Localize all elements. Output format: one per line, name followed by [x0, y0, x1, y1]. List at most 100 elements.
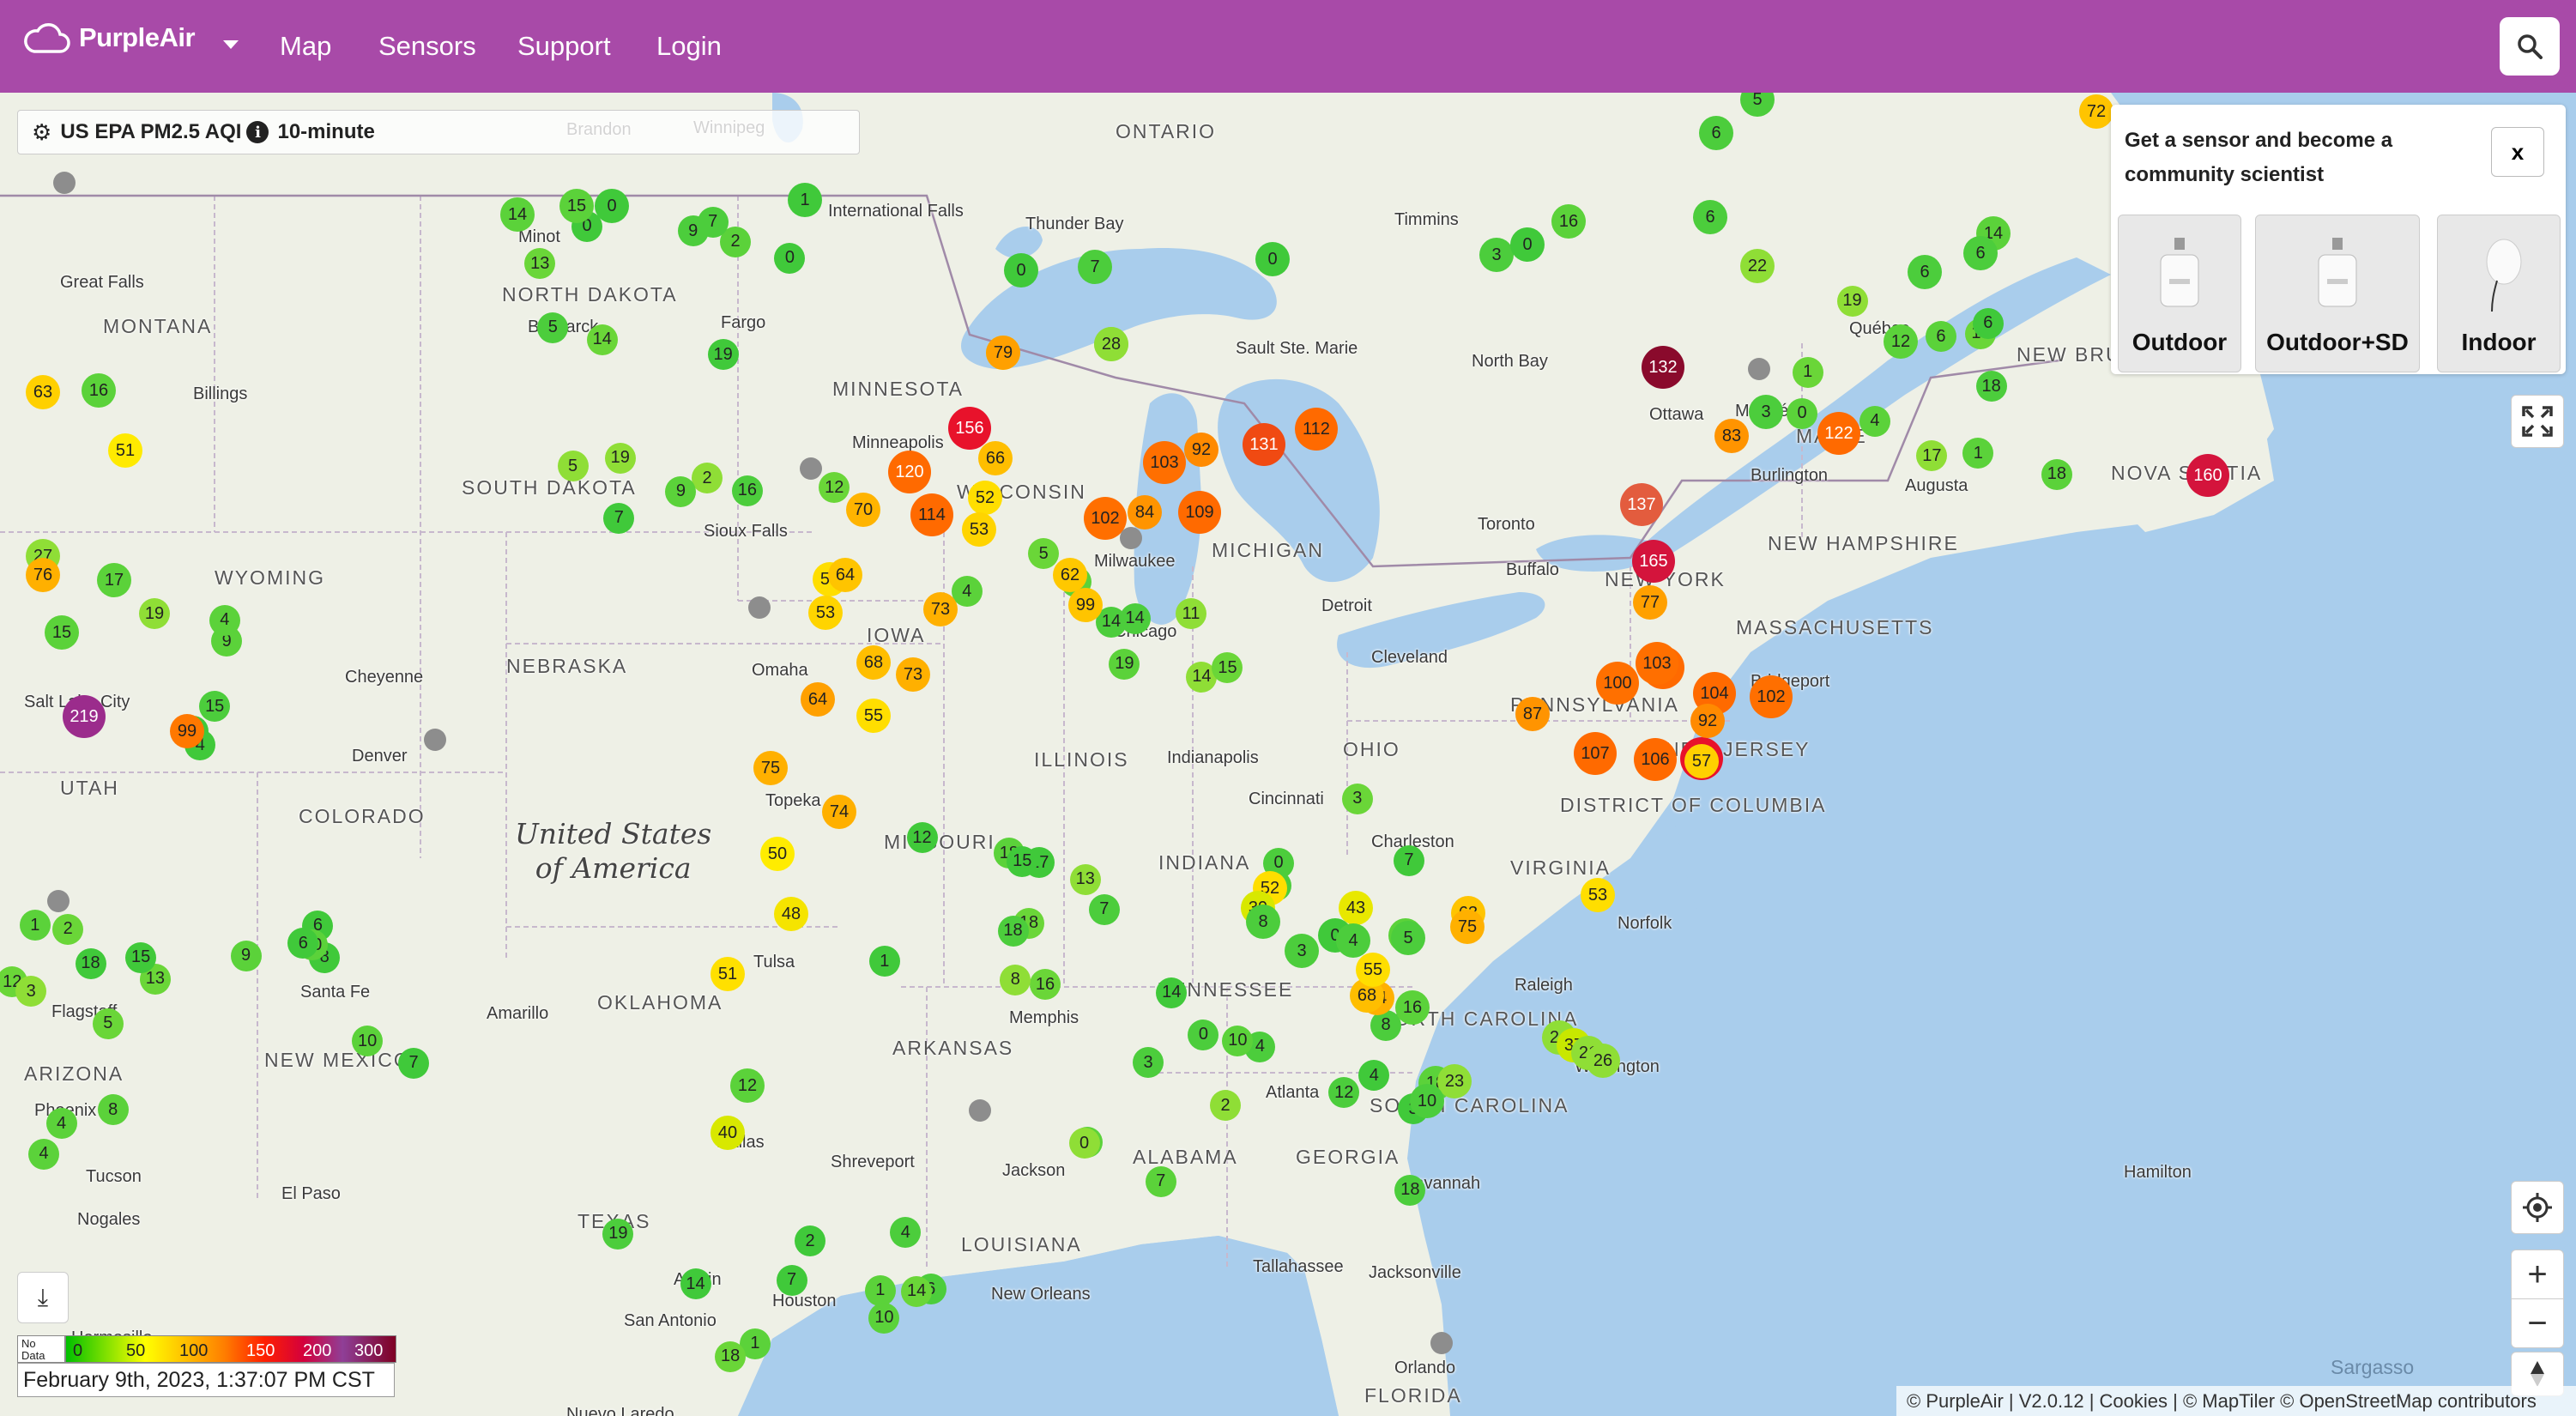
sensor-marker[interactable]: 103 — [1143, 441, 1186, 484]
offline-sensor-marker[interactable] — [1748, 358, 1770, 380]
sensor-marker[interactable]: 132 — [1642, 346, 1684, 389]
sensor-marker[interactable]: 122 — [1817, 412, 1860, 455]
sensor-marker[interactable]: 15 — [125, 941, 157, 973]
sensor-marker[interactable]: 75 — [753, 751, 788, 785]
sensor-marker[interactable]: 26 — [1586, 1044, 1620, 1078]
sensor-marker[interactable]: 102 — [1750, 675, 1793, 718]
offline-sensor-marker[interactable] — [800, 457, 822, 480]
sensor-marker[interactable]: 13 — [524, 248, 556, 280]
sensor-marker[interactable]: 74 — [822, 795, 856, 829]
sensor-marker[interactable]: 1 — [1792, 356, 1823, 388]
sensor-marker[interactable]: 6 — [1925, 321, 1956, 353]
sensor-marker[interactable]: 15 — [45, 615, 79, 650]
sensor-marker[interactable]: 63 — [26, 375, 60, 409]
sensor-marker[interactable]: 4 — [45, 1108, 77, 1140]
sensor-marker[interactable]: 4 — [1358, 1060, 1390, 1092]
sensor-marker[interactable]: 4 — [209, 604, 240, 636]
sensor-marker[interactable]: 1 — [868, 946, 900, 977]
sensor-marker[interactable]: 0 — [1510, 227, 1545, 262]
sensor-marker[interactable]: 106 — [1634, 738, 1677, 781]
zoom-out-button[interactable]: − — [2511, 1298, 2564, 1348]
sensor-marker[interactable]: 219 — [63, 695, 106, 738]
sensor-marker[interactable]: 1 — [864, 1274, 896, 1306]
sensor-marker[interactable]: 10 — [1222, 1025, 1254, 1056]
product-outdoor-card[interactable]: Outdoor — [2118, 215, 2241, 372]
sensor-marker[interactable]: 50 — [760, 837, 795, 871]
sensor-marker[interactable]: 77 — [1633, 585, 1667, 620]
sensor-marker[interactable]: 4 — [890, 1217, 922, 1249]
sensor-marker[interactable]: 73 — [896, 657, 930, 692]
aqi-settings-panel[interactable]: ⚙ US EPA PM2.5 AQI i 10-minute — [17, 110, 860, 154]
sensor-marker[interactable]: 6 — [1693, 200, 1727, 234]
sensor-marker[interactable]: 64 — [801, 682, 835, 717]
offline-sensor-marker[interactable] — [424, 729, 446, 751]
sensor-marker[interactable]: 99 — [1068, 588, 1103, 622]
sensor-marker[interactable]: 12 — [1328, 1077, 1360, 1109]
sensor-marker[interactable]: 9 — [230, 940, 262, 971]
sensor-marker[interactable]: 51 — [108, 433, 142, 468]
sensor-marker[interactable]: 12 — [730, 1068, 765, 1103]
sensor-marker[interactable]: 5 — [1028, 538, 1060, 570]
sensor-marker[interactable]: 3 — [1341, 783, 1373, 814]
sensor-marker[interactable]: 14 — [586, 324, 618, 355]
fullscreen-button[interactable] — [2511, 395, 2564, 448]
sensor-marker[interactable]: 8 — [1000, 964, 1031, 995]
sensor-marker[interactable]: 5 — [537, 312, 569, 343]
sensor-marker[interactable]: 131 — [1243, 423, 1285, 466]
sensor-marker[interactable]: 9 — [665, 475, 697, 507]
sensor-marker[interactable]: 18 — [2041, 458, 2072, 490]
sensor-marker[interactable]: 8 — [1246, 905, 1280, 939]
gear-icon[interactable]: ⚙ — [32, 119, 51, 146]
sensor-marker[interactable]: 83 — [1714, 419, 1749, 453]
sensor-marker[interactable]: 3 — [15, 976, 47, 1008]
sensor-marker[interactable]: 17 — [1916, 440, 1948, 472]
sensor-marker[interactable]: 100 — [1596, 662, 1639, 705]
sensor-marker[interactable]: 3 — [1749, 395, 1783, 429]
sensor-marker[interactable]: 165 — [1632, 540, 1675, 583]
sensor-marker[interactable]: 92 — [1690, 704, 1725, 738]
sensor-marker[interactable]: 22 — [1740, 249, 1775, 283]
sensor-marker[interactable]: 40 — [711, 1116, 745, 1150]
sensor-marker[interactable]: 6 — [1699, 116, 1733, 150]
offline-sensor-marker[interactable] — [969, 1099, 991, 1122]
sensor-marker[interactable]: 14 — [1156, 977, 1188, 1008]
sensor-marker[interactable]: 2 — [52, 913, 84, 945]
sensor-marker[interactable]: 8 — [97, 1094, 129, 1126]
sensor-marker[interactable]: 12 — [819, 472, 850, 504]
sensor-marker[interactable]: 0 — [595, 189, 629, 223]
sensor-marker[interactable]: 84 — [1128, 495, 1162, 529]
sensor-marker[interactable]: 15 — [1212, 652, 1243, 684]
info-icon[interactable]: i — [246, 121, 269, 143]
sensor-marker[interactable]: 160 — [2186, 454, 2229, 497]
sensor-marker[interactable]: 7 — [1393, 844, 1424, 876]
sensor-marker[interactable]: 7 — [603, 502, 635, 534]
sensor-marker[interactable]: 14 — [1119, 602, 1151, 634]
sensor-marker[interactable]: 16 — [1551, 204, 1586, 239]
sensor-marker[interactable]: 11 — [1176, 598, 1207, 630]
sensor-marker[interactable]: 66 — [978, 441, 1013, 475]
sensor-marker[interactable]: 2 — [692, 463, 723, 494]
sensor-marker[interactable]: 76 — [26, 558, 60, 592]
sensor-marker[interactable]: 57 — [1684, 744, 1719, 778]
sensor-marker[interactable]: 99 — [170, 714, 204, 748]
nav-login-link[interactable]: Login — [656, 31, 722, 62]
sensor-marker[interactable]: 137 — [1620, 483, 1663, 526]
sensor-marker[interactable]: 0 — [774, 242, 806, 274]
sensor-marker[interactable]: 156 — [948, 407, 991, 450]
sensor-marker[interactable]: 18 — [1394, 1174, 1426, 1206]
sensor-marker[interactable]: 16 — [1030, 969, 1061, 1001]
sensor-marker[interactable]: 7 — [776, 1264, 807, 1296]
sensor-marker[interactable]: 0 — [1255, 242, 1290, 276]
sensor-marker[interactable]: 16 — [1395, 990, 1430, 1025]
product-outdoor-sd-card[interactable]: Outdoor+SD — [2255, 215, 2420, 372]
download-button[interactable]: ⤓ — [17, 1272, 69, 1323]
sensor-marker[interactable]: 18 — [75, 947, 106, 979]
sensor-marker[interactable]: 4 — [28, 1138, 60, 1170]
sensor-marker[interactable]: 1 — [1962, 438, 1994, 469]
sensor-marker[interactable]: 70 — [846, 493, 880, 527]
sensor-marker[interactable]: 2 — [795, 1225, 826, 1257]
sensor-marker[interactable]: 0 — [1068, 1128, 1100, 1159]
sensor-marker[interactable]: 4 — [1336, 923, 1370, 958]
sensor-marker[interactable]: 4 — [1859, 405, 1890, 437]
sensor-marker[interactable]: 1 — [788, 183, 822, 217]
